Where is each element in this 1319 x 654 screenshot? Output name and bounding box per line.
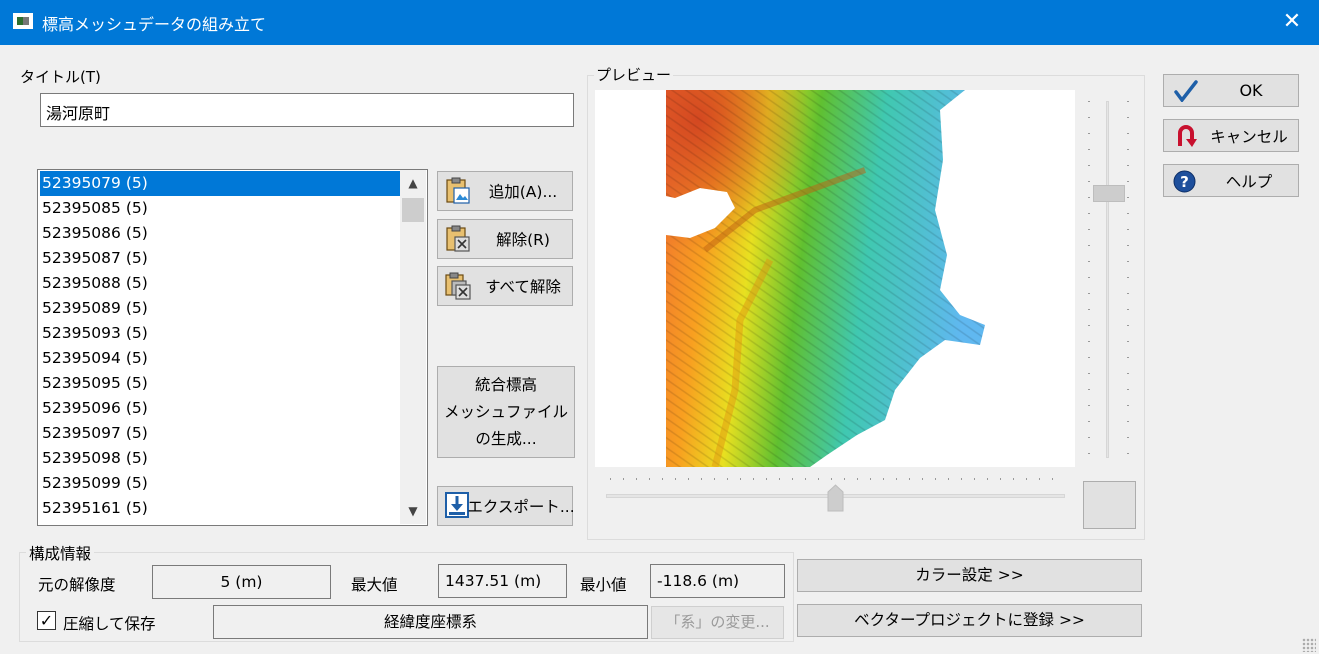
mesh-list-items: 52395079 (5) 52395085 (5) 52395086 (5) 5…: [40, 171, 400, 521]
export-button-label: エクスポート...: [467, 498, 575, 516]
title-input[interactable]: 湯河原町: [40, 93, 574, 127]
generate-mesh-file-button[interactable]: 統合標高 メッシュファイル の生成...: [437, 366, 575, 458]
min-value: -118.6 (m): [650, 564, 785, 598]
mesh-list[interactable]: 52395079 (5) 52395085 (5) 52395086 (5) 5…: [37, 169, 428, 526]
list-item[interactable]: 52395096 (5): [40, 396, 400, 421]
compress-checkbox[interactable]: ✓: [37, 611, 56, 630]
preview-corner-button[interactable]: [1083, 481, 1136, 529]
ok-button[interactable]: OK: [1163, 74, 1299, 107]
min-label: 最小値: [580, 576, 627, 594]
scroll-thumb[interactable]: [402, 198, 424, 222]
register-vector-project-button[interactable]: ベクタープロジェクトに登録 >>: [797, 604, 1142, 637]
export-icon: [445, 492, 469, 518]
vertical-slider-ticks-right: [1127, 101, 1129, 458]
list-item[interactable]: 52395093 (5): [40, 321, 400, 346]
export-button[interactable]: エクスポート...: [437, 486, 575, 526]
list-item[interactable]: 52395097 (5): [40, 421, 400, 446]
vertical-slider-thumb[interactable]: [1093, 185, 1125, 202]
list-item[interactable]: 52395089 (5): [40, 296, 400, 321]
resize-grip[interactable]: [1302, 638, 1316, 652]
compress-label: 圧縮して保存: [63, 615, 156, 633]
svg-text:?: ?: [1180, 173, 1189, 191]
cancel-button-label: キャンセル: [1210, 127, 1288, 146]
list-item[interactable]: 52395095 (5): [40, 371, 400, 396]
horizontal-slider-thumb[interactable]: [827, 484, 844, 512]
close-icon[interactable]: ✕: [1275, 5, 1309, 39]
change-system-button[interactable]: 「系」の変更...: [651, 606, 784, 639]
help-button[interactable]: ? ヘルプ: [1163, 164, 1299, 197]
horizontal-slider-ticks: [610, 478, 1062, 480]
list-item[interactable]: 52395079 (5): [40, 171, 400, 196]
clipboard-add-icon: [446, 177, 470, 204]
color-settings-button[interactable]: カラー設定 >>: [797, 559, 1142, 592]
list-item[interactable]: 52395086 (5): [40, 221, 400, 246]
scroll-down-icon[interactable]: ▼: [400, 498, 426, 524]
vertical-slider-ticks-left: [1088, 101, 1090, 458]
preview-label: プレビュー: [594, 64, 674, 85]
remove-all-button[interactable]: すべて解除: [437, 266, 573, 306]
remove-button[interactable]: 解除(R): [437, 219, 573, 259]
window-title: 標高メッシュデータの組み立て: [42, 15, 267, 34]
title-label: タイトル(T): [20, 68, 101, 86]
remove-button-label: 解除(R): [496, 231, 550, 249]
generate-label-line-1: 統合標高: [474, 376, 537, 394]
generate-label-line-3: の生成...: [475, 430, 537, 448]
add-button[interactable]: 追加(A)...: [437, 171, 573, 211]
resolution-value: 5 (m): [152, 565, 331, 599]
vertical-slider-track[interactable]: [1106, 101, 1109, 458]
remove-all-button-label: すべて解除: [485, 278, 561, 296]
list-item[interactable]: 52395094 (5): [40, 346, 400, 371]
config-info-label: 構成情報: [26, 542, 95, 564]
list-item[interactable]: 52395099 (5): [40, 471, 400, 496]
help-button-label: ヘルプ: [1225, 172, 1273, 191]
list-item[interactable]: 52395161 (5): [40, 496, 400, 521]
title-input-value: 湯河原町: [46, 104, 111, 123]
max-value: 1437.51 (m): [438, 564, 567, 598]
list-item[interactable]: 52395085 (5): [40, 196, 400, 221]
cancel-button[interactable]: キャンセル: [1163, 119, 1299, 152]
clipboard-remove-all-icon: [445, 272, 471, 300]
list-item[interactable]: 52395098 (5): [40, 446, 400, 471]
help-icon: ?: [1173, 170, 1196, 193]
list-item[interactable]: 52395087 (5): [40, 246, 400, 271]
ok-button-label: OK: [1239, 81, 1263, 100]
clipboard-remove-icon: [446, 225, 470, 252]
list-scrollbar[interactable]: ▲ ▼: [400, 170, 426, 524]
elevation-preview-image: [595, 90, 1075, 467]
add-button-label: 追加(A)...: [488, 183, 558, 201]
max-label: 最大値: [351, 576, 398, 594]
undo-arrow-icon: [1178, 125, 1197, 147]
checkmark-icon: [1174, 80, 1198, 102]
elevation-map-shape: [666, 90, 985, 467]
app-icon: [13, 13, 33, 29]
coordinate-system-field: 経緯度座標系: [213, 605, 648, 639]
resolution-label: 元の解像度: [38, 576, 116, 594]
generate-label-line-2: メッシュファイル: [443, 403, 568, 421]
list-item[interactable]: 52395088 (5): [40, 271, 400, 296]
scroll-up-icon[interactable]: ▲: [400, 170, 426, 196]
